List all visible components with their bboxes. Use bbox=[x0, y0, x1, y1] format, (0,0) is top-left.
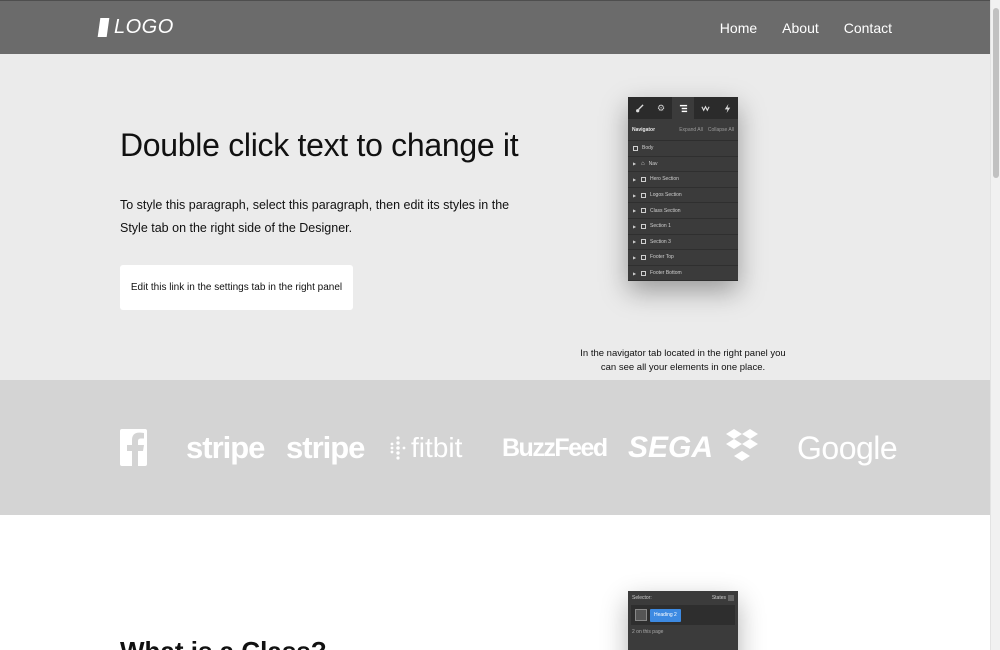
panel-tabs: ⚙ bbox=[628, 97, 738, 119]
caret-right-icon: ▶ bbox=[633, 176, 637, 182]
home-icon: ⌂ bbox=[641, 160, 645, 167]
section-title[interactable]: What is a Class? bbox=[120, 636, 327, 650]
navigator-item-label: Footer Top bbox=[650, 254, 674, 261]
stripe-logo-1: stripe bbox=[186, 430, 265, 465]
selector-count: 2 on this page bbox=[632, 629, 664, 635]
logo[interactable]: LOGO bbox=[97, 16, 174, 39]
nav-links: Home About Contact bbox=[720, 20, 892, 36]
selector-panel-image: Selector: States Heading 2 2 on this pag… bbox=[628, 591, 738, 650]
selector-swatch-icon bbox=[635, 609, 647, 621]
nav-link-contact[interactable]: Contact bbox=[844, 20, 892, 36]
hero-paragraph[interactable]: To style this paragraph, select this par… bbox=[120, 194, 510, 240]
hero-link-button[interactable]: Edit this link in the settings tab in th… bbox=[120, 265, 353, 310]
navigator-item-section-3: ▶ Section 3 bbox=[628, 235, 738, 251]
navigator-item-footer-top: ▶ Footer Top bbox=[628, 250, 738, 266]
stripe-logo-2: stripe bbox=[286, 430, 365, 465]
navigator-item-section-1: ▶ Section 1 bbox=[628, 219, 738, 235]
sega-logo: SEGA bbox=[628, 431, 714, 464]
lightning-icon bbox=[716, 97, 738, 119]
navigator-title: Navigator bbox=[632, 126, 656, 133]
caret-right-icon: ▶ bbox=[633, 161, 637, 167]
element-box-icon bbox=[641, 254, 646, 260]
navigator-caption[interactable]: In the navigator tab located in the righ… bbox=[578, 347, 788, 375]
logo-text: LOGO bbox=[114, 16, 174, 38]
navigator-item-label: Section 1 bbox=[650, 223, 671, 230]
states-dropdown-icon bbox=[728, 595, 734, 601]
navigator-item-label: Body bbox=[642, 145, 654, 152]
navigator-item-label: Footer Bottom bbox=[650, 270, 682, 277]
navigator-item-footer-bottom: ▶ Footer Bottom bbox=[628, 266, 738, 281]
class-section: Selector: States Heading 2 2 on this pag… bbox=[0, 515, 990, 650]
caret-right-icon: ▶ bbox=[633, 192, 637, 198]
top-navbar: LOGO Home About Contact bbox=[0, 0, 990, 54]
states-label: States bbox=[711, 595, 726, 601]
nav-link-about[interactable]: About bbox=[782, 20, 819, 36]
navigator-item-body: Body bbox=[628, 141, 738, 157]
buzzfeed-logo: BuzzFeed bbox=[502, 434, 608, 462]
navigator-item-hero-section: ▶ Hero Section bbox=[628, 172, 738, 188]
navigator-item-label: Section 3 bbox=[650, 238, 671, 245]
selector-chip: Heading 2 bbox=[650, 608, 681, 622]
navigator-panel-image: ⚙ Navigator Expand All Collapse All Body… bbox=[628, 97, 738, 281]
element-box-icon bbox=[633, 145, 638, 151]
caret-right-icon: ▶ bbox=[633, 223, 637, 229]
google-logo: Google bbox=[797, 430, 898, 466]
element-box-icon bbox=[641, 223, 646, 229]
caret-right-icon: ▶ bbox=[633, 254, 637, 260]
fitbit-logo: fitbit bbox=[388, 428, 462, 468]
selector-header: Selector: States bbox=[628, 591, 738, 605]
collapse-all: Collapse All bbox=[707, 126, 734, 133]
element-box-icon bbox=[641, 208, 646, 214]
element-box-icon bbox=[641, 239, 646, 245]
brush-icon bbox=[628, 97, 650, 119]
gear-icon: ⚙ bbox=[656, 102, 666, 113]
interactions-icon bbox=[694, 97, 716, 119]
selector-row: Heading 2 bbox=[631, 605, 735, 625]
fitbit-text: fitbit bbox=[411, 432, 463, 463]
logos-section: stripe stripe fitbit BuzzFeed SEGA Googl… bbox=[0, 380, 990, 515]
fitbit-dots-icon bbox=[390, 436, 406, 460]
caret-right-icon: ▶ bbox=[633, 239, 637, 245]
navigator-item-label: Nav bbox=[648, 160, 658, 167]
navigator-item-class-section: ▶ Class Section bbox=[628, 203, 738, 219]
scrollbar-thumb[interactable] bbox=[993, 8, 999, 178]
nav-link-home[interactable]: Home bbox=[720, 20, 757, 36]
expand-all: Expand All bbox=[679, 126, 703, 133]
navigator-item-nav: ▶ ⌂ Nav bbox=[628, 157, 738, 173]
hero-section: Double click text to change it To style … bbox=[0, 54, 990, 380]
navigator-header: Navigator Expand All Collapse All bbox=[628, 119, 738, 141]
caret-right-icon: ▶ bbox=[633, 270, 637, 276]
navigator-item-label: Hero Section bbox=[650, 176, 679, 183]
navigator-item-logos-section: ▶ Logos Section bbox=[628, 188, 738, 204]
selector-label: Selector: bbox=[632, 595, 652, 601]
logo-mark bbox=[97, 18, 110, 37]
page-scrollbar[interactable] bbox=[990, 0, 1000, 650]
dropbox-logo bbox=[726, 427, 758, 478]
navigator-item-label: Logos Section bbox=[650, 192, 682, 199]
element-box-icon bbox=[641, 192, 646, 198]
navigator-item-label: Class Section bbox=[650, 207, 681, 214]
element-box-icon bbox=[641, 176, 646, 182]
hero-title[interactable]: Double click text to change it bbox=[120, 127, 519, 164]
navigator-icon bbox=[672, 97, 694, 119]
caret-right-icon: ▶ bbox=[633, 208, 637, 214]
facebook-logo bbox=[120, 429, 147, 477]
element-box-icon bbox=[641, 270, 646, 276]
